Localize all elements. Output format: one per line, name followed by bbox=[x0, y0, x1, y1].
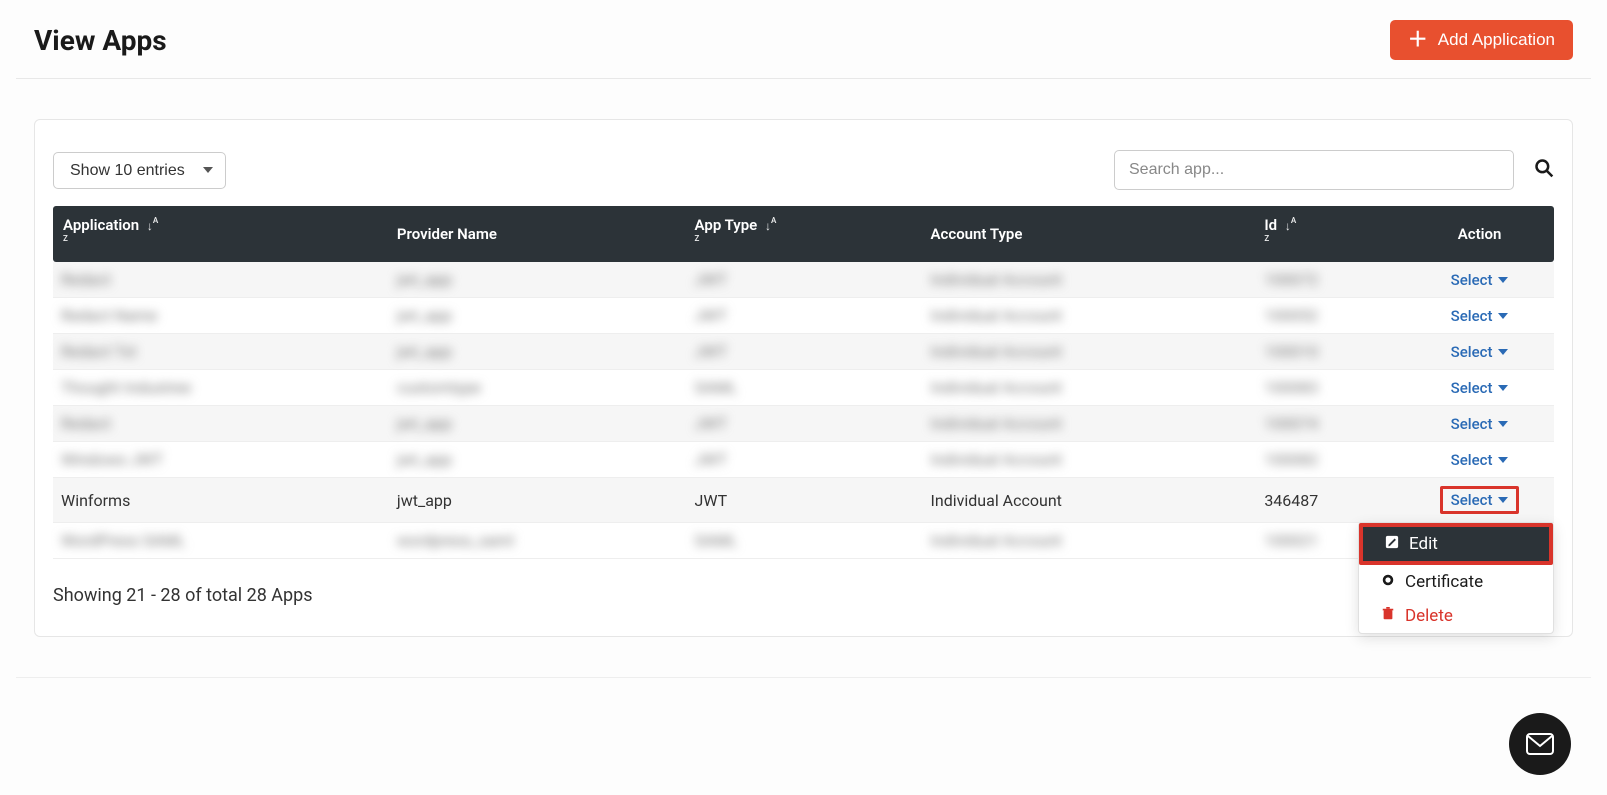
plus-icon: ＋ bbox=[1408, 30, 1428, 50]
dropdown-delete[interactable]: Delete bbox=[1359, 599, 1553, 633]
mail-icon bbox=[1526, 733, 1554, 755]
select-action[interactable]: Select bbox=[1451, 343, 1509, 361]
cell-provider: jwt_app bbox=[397, 414, 452, 433]
certificate-icon bbox=[1381, 572, 1397, 592]
entries-select[interactable]: Show 10 entries bbox=[53, 152, 226, 189]
apps-table: Application ↓AZ Provider Name App Type ↓… bbox=[53, 206, 1554, 559]
col-account-type[interactable]: Account Type bbox=[923, 206, 1257, 262]
cell-account-type: Individual Account bbox=[931, 378, 1062, 397]
table-row: Windows JWT jwt_app JWT Individual Accou… bbox=[53, 442, 1554, 478]
cell-account-type: Individual Account bbox=[931, 306, 1062, 325]
cell-app-type: JWT bbox=[695, 306, 728, 325]
divider bbox=[16, 677, 1591, 678]
cell-account-type: Individual Account bbox=[931, 450, 1062, 469]
cell-account-type: Individual Account bbox=[931, 531, 1062, 550]
select-action[interactable]: Select bbox=[1451, 379, 1509, 397]
cell-application: Windows JWT bbox=[61, 450, 163, 469]
cell-application: Redact Txt bbox=[61, 342, 136, 361]
cell-id: 100083 bbox=[1264, 378, 1318, 397]
col-account-type-label: Account Type bbox=[931, 225, 1023, 243]
table-row: Redact jwt_app JWT Individual Account 10… bbox=[53, 406, 1554, 442]
add-application-button[interactable]: ＋ Add Application bbox=[1390, 20, 1573, 60]
search-input[interactable] bbox=[1114, 150, 1514, 190]
caret-down-icon bbox=[1498, 421, 1508, 427]
add-application-label: Add Application bbox=[1438, 30, 1555, 50]
cell-provider: jwt_app bbox=[397, 306, 452, 325]
dropdown-certificate[interactable]: Certificate bbox=[1359, 565, 1553, 599]
cell-id: 100021 bbox=[1264, 531, 1318, 550]
cell-provider: jwt_app bbox=[397, 342, 452, 361]
dropdown-edit-label: Edit bbox=[1409, 534, 1438, 554]
col-id[interactable]: Id ↓AZ bbox=[1256, 206, 1405, 262]
cell-id: 346487 bbox=[1264, 491, 1318, 510]
cell-provider: jwt_app bbox=[397, 491, 452, 510]
col-id-label: Id bbox=[1264, 216, 1277, 234]
col-application-label: Application bbox=[63, 216, 139, 234]
col-provider[interactable]: Provider Name bbox=[389, 206, 687, 262]
cell-app-type: JWT bbox=[695, 414, 728, 433]
table-row: Winforms jwt_app JWT Individual Account … bbox=[53, 478, 1554, 523]
cell-id: 100074 bbox=[1264, 414, 1318, 433]
trash-icon bbox=[1381, 606, 1397, 626]
table-row: Redact Txt jwt_app JWT Individual Accoun… bbox=[53, 334, 1554, 370]
select-action[interactable]: Select bbox=[1451, 451, 1509, 469]
table-summary: Showing 21 - 28 of total 28 Apps bbox=[53, 585, 1554, 606]
cell-application: Thought Industree bbox=[61, 378, 191, 397]
cell-application: WordPress SAML bbox=[61, 531, 185, 550]
cell-id: 100072 bbox=[1264, 270, 1318, 289]
col-app-type[interactable]: App Type ↓AZ bbox=[687, 206, 923, 262]
dropdown-delete-label: Delete bbox=[1405, 606, 1453, 626]
table-row: WordPress SAML wordpress_saml SAML Indiv… bbox=[53, 523, 1554, 559]
cell-app-type: JWT bbox=[695, 491, 728, 510]
col-action-label: Action bbox=[1458, 225, 1502, 243]
cell-id: 100010 bbox=[1264, 342, 1318, 361]
cell-app-type: SAML bbox=[695, 378, 738, 397]
cell-account-type: Individual Account bbox=[931, 342, 1062, 361]
select-action[interactable]: Select bbox=[1451, 415, 1509, 433]
cell-provider: jwt_app bbox=[397, 450, 452, 469]
cell-provider: customtype bbox=[397, 378, 481, 397]
cell-app-type: SAML bbox=[695, 531, 738, 550]
page-title: View Apps bbox=[34, 24, 167, 57]
select-action[interactable]: Select bbox=[1451, 271, 1509, 289]
col-provider-label: Provider Name bbox=[397, 225, 497, 243]
cell-provider: jwt_app bbox=[397, 270, 452, 289]
table-row: Redact jwt_app JWT Individual Account 10… bbox=[53, 262, 1554, 298]
cell-id: 100082 bbox=[1264, 450, 1318, 469]
action-dropdown: Edit Certificate Delete bbox=[1358, 522, 1554, 634]
cell-provider: wordpress_saml bbox=[397, 531, 514, 550]
cell-account-type: Individual Account bbox=[931, 491, 1062, 510]
search-icon[interactable] bbox=[1534, 158, 1554, 183]
edit-icon bbox=[1385, 534, 1401, 554]
cell-application: Redact bbox=[61, 414, 111, 433]
col-action: Action bbox=[1405, 206, 1554, 262]
col-app-type-label: App Type bbox=[695, 216, 758, 234]
cell-account-type: Individual Account bbox=[931, 270, 1062, 289]
cell-application: Redact bbox=[61, 270, 111, 289]
select-action[interactable]: Select bbox=[1451, 307, 1509, 325]
cell-app-type: JWT bbox=[695, 342, 728, 361]
caret-down-icon bbox=[1498, 313, 1508, 319]
cell-app-type: JWT bbox=[695, 270, 728, 289]
caret-down-icon bbox=[1498, 385, 1508, 391]
apps-card: Show 10 entries Application ↓AZ Provider… bbox=[34, 119, 1573, 637]
cell-id: 100052 bbox=[1264, 306, 1318, 325]
dropdown-edit[interactable]: Edit bbox=[1363, 527, 1549, 561]
caret-down-icon bbox=[1498, 457, 1508, 463]
dropdown-certificate-label: Certificate bbox=[1405, 572, 1483, 592]
cell-app-type: JWT bbox=[695, 450, 728, 469]
chat-fab[interactable] bbox=[1509, 713, 1571, 775]
select-action[interactable]: Select bbox=[1440, 486, 1520, 514]
cell-account-type: Individual Account bbox=[931, 414, 1062, 433]
col-application[interactable]: Application ↓AZ bbox=[53, 206, 389, 262]
cell-application: Redact Name bbox=[61, 306, 157, 325]
caret-down-icon bbox=[1498, 497, 1508, 503]
caret-down-icon bbox=[1498, 277, 1508, 283]
table-row: Redact Name jwt_app JWT Individual Accou… bbox=[53, 298, 1554, 334]
caret-down-icon bbox=[1498, 349, 1508, 355]
cell-application: Winforms bbox=[61, 491, 130, 510]
table-row: Thought Industree customtype SAML Indivi… bbox=[53, 370, 1554, 406]
